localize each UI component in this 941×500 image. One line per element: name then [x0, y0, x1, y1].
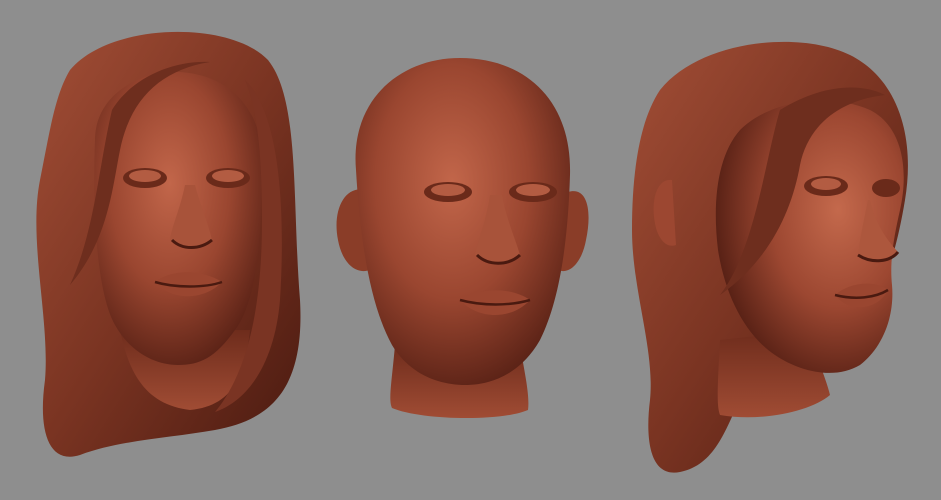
head-middle-skull [355, 58, 571, 385]
sculpt-viewport [0, 0, 941, 500]
right-eyeball-middle [516, 184, 550, 196]
left-eyeball-middle [431, 184, 465, 196]
right-eyeball-left [212, 170, 244, 182]
sculpt-render [0, 0, 941, 500]
left-eyeball-left [129, 170, 161, 182]
right-eye-right [872, 179, 900, 197]
left-eyeball-right [811, 178, 841, 190]
head-left-with-hair [36, 31, 301, 457]
